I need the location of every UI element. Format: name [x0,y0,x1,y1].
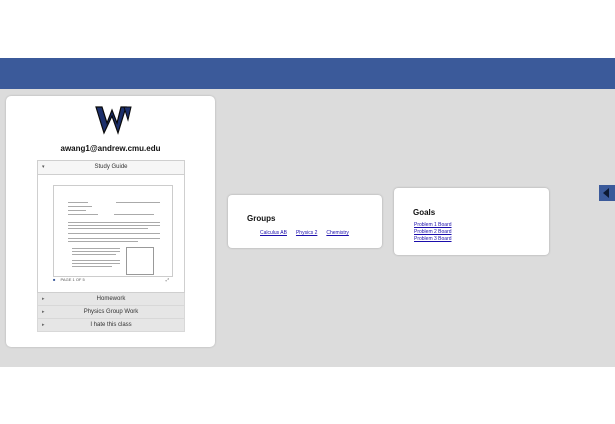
groups-link-list: Calculus AB Physics 2 Chemistry [260,230,349,236]
viewer-footer: ■ PAGE 1 OF 5 ⤢ [53,275,171,285]
document-page-thumbnail [53,185,173,277]
accordion-item-label: Physics Group Work [83,309,139,315]
group-link-calculus-ab[interactable]: Calculus AB [260,230,287,236]
collapse-panel-button[interactable] [599,185,615,201]
groups-title: Groups [247,214,276,223]
caret-right-icon: ▸ [42,322,45,328]
goals-title: Goals [413,208,436,217]
w-logo-icon [95,106,132,135]
thumbnail-table [126,247,154,275]
fullscreen-icon[interactable]: ⤢ [166,275,169,285]
accordion-header-label: Study Guide [94,164,128,170]
accordion-item-homework[interactable]: ▸ Homework [37,293,185,306]
goal-link-problem-3-board[interactable]: Problem 3 Board [414,236,452,242]
user-email: awang1@andrew.cmu.edu [60,144,161,153]
viewer-logo-icon: ■ [53,277,56,282]
top-navigation-bar [0,58,615,89]
accordion-item-physics-group-work[interactable]: ▸ Physics Group Work [37,306,185,319]
accordion-item-i-hate-this-class[interactable]: ▸ I hate this class [37,319,185,332]
page-indicator: PAGE 1 OF 5 [60,277,85,282]
group-link-chemistry[interactable]: Chemistry [326,230,349,236]
document-preview[interactable]: ■ PAGE 1 OF 5 ⤢ [37,175,185,293]
accordion-item-label: Homework [96,296,126,302]
caret-right-icon: ▸ [42,296,45,302]
goal-link-problem-1-board[interactable]: Problem 1 Board [414,222,452,228]
group-link-physics-2[interactable]: Physics 2 [296,230,317,236]
accordion-item-label: I hate this class [90,322,132,328]
folder-accordion: ▾ Study Guide ■ PAGE 1 OF 5 ⤢ ▸ Homework… [37,160,185,332]
caret-right-icon: ▸ [42,309,45,315]
profile-card: awang1@andrew.cmu.edu ▾ Study Guide ■ PA… [6,96,215,347]
goals-link-list: Problem 1 Board Problem 2 Board Problem … [414,222,452,242]
goal-link-problem-2-board[interactable]: Problem 2 Board [414,229,452,235]
chevron-left-icon [603,188,609,198]
caret-down-icon: ▾ [42,164,45,170]
groups-card: Groups Calculus AB Physics 2 Chemistry [228,195,382,248]
goals-card: Goals Problem 1 Board Problem 2 Board Pr… [394,188,549,255]
accordion-header-study-guide[interactable]: ▾ Study Guide [37,160,185,175]
